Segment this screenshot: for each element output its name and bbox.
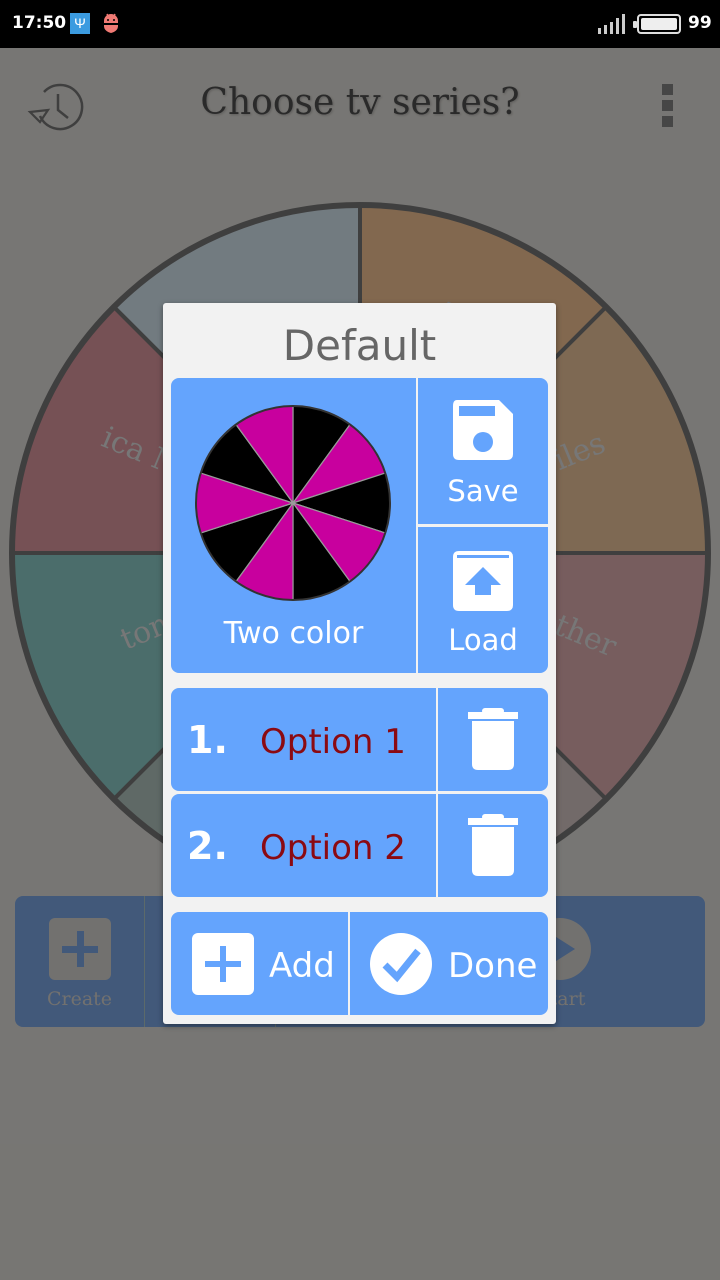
floppy-disk-icon [453,400,513,460]
option-row: 2. Option 2 [171,794,548,897]
battery-icon [633,14,681,34]
android-debug-icon [104,13,118,33]
battery-level: 99 [688,13,712,33]
option-field[interactable]: 1. Option 1 [171,688,436,791]
done-button[interactable]: Done [350,912,548,1015]
upload-box-icon [453,551,513,611]
theme-dialog: Default Two color Save Load 1. Option 1 [163,303,556,1024]
option-number: 1. [187,718,228,762]
signal-strength-icon [598,14,625,34]
option-field[interactable]: 2. Option 2 [171,794,436,897]
load-button[interactable]: Load [418,527,548,673]
add-icon [192,933,254,995]
trash-icon [468,814,518,876]
delete-option-button[interactable] [438,688,548,791]
option-row: 1. Option 1 [171,688,548,791]
check-circle-icon [370,933,432,995]
usb-icon: Ψ [70,13,90,34]
dialog-title: Default [282,321,437,370]
theme-preview-wheel [195,405,391,601]
theme-name: Two color [223,616,364,651]
save-label: Save [447,474,519,508]
status-bar: 17:50 Ψ 99 [0,0,720,48]
trash-icon [468,708,518,770]
option-text[interactable]: Option 2 [260,828,406,868]
add-option-button[interactable]: Add [171,912,348,1015]
save-button[interactable]: Save [418,378,548,524]
delete-option-button[interactable] [438,794,548,897]
option-number: 2. [187,824,228,868]
theme-selector[interactable]: Two color [171,378,416,673]
status-time: 17:50 [12,13,67,33]
add-label: Add [269,946,335,986]
load-label: Load [448,623,518,657]
option-text[interactable]: Option 1 [260,722,406,762]
done-label: Done [448,946,538,986]
